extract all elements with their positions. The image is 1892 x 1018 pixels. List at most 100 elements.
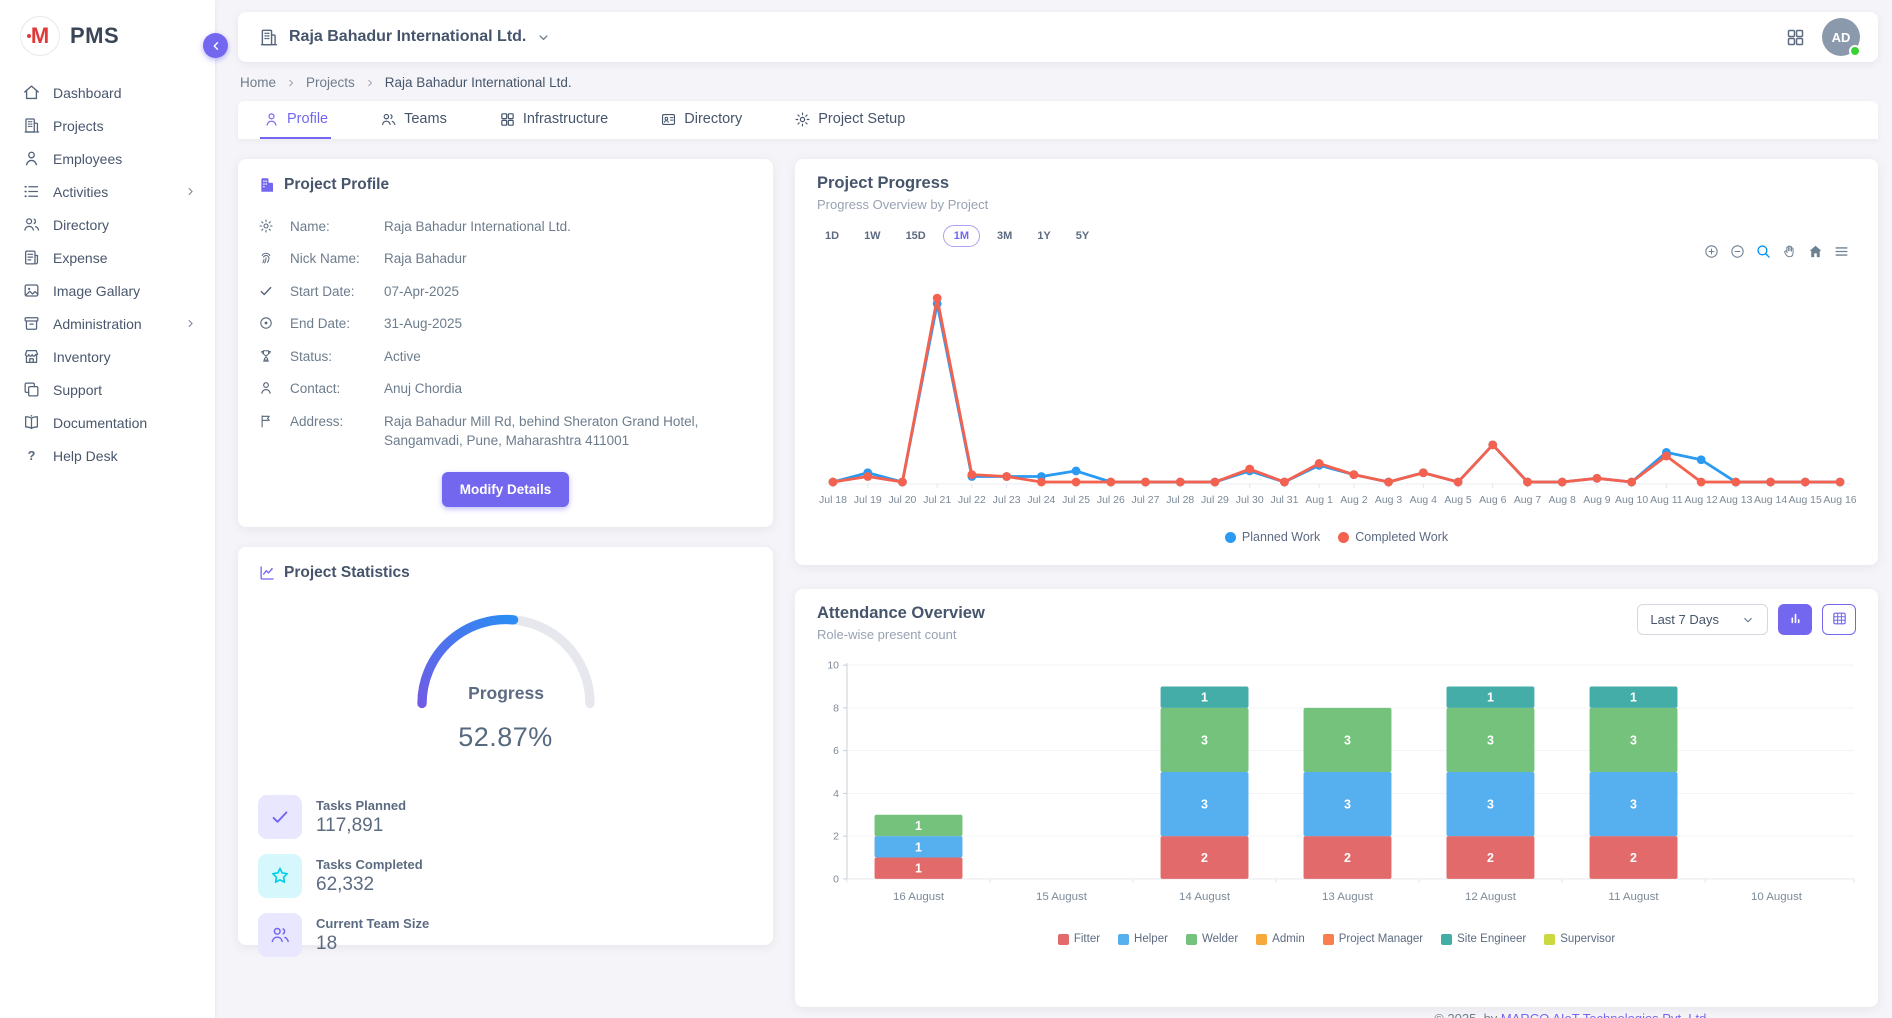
sidebar: M PMS Dashboard Projects Employees Activ… bbox=[0, 0, 215, 1018]
tab-label: Directory bbox=[684, 111, 742, 127]
svg-text:16 August: 16 August bbox=[893, 891, 945, 903]
legend-label: Planned Work bbox=[1242, 530, 1320, 544]
svg-text:2: 2 bbox=[1344, 851, 1351, 865]
svg-text:12 August: 12 August bbox=[1465, 891, 1517, 903]
company-selector[interactable]: Raja Bahadur International Ltd. bbox=[258, 27, 551, 48]
svg-text:3: 3 bbox=[1344, 733, 1351, 747]
legend-welder[interactable]: Welder bbox=[1186, 933, 1238, 945]
user-avatar[interactable]: AD bbox=[1822, 18, 1860, 56]
tab-profile[interactable]: Profile bbox=[260, 101, 331, 139]
breadcrumb-item-home[interactable]: Home bbox=[240, 75, 276, 90]
chart-line-icon bbox=[258, 564, 276, 582]
legend-completed-work[interactable]: Completed Work bbox=[1338, 530, 1448, 544]
range-1d-button[interactable]: 1D bbox=[817, 225, 847, 247]
legend-supervisor[interactable]: Supervisor bbox=[1544, 933, 1615, 945]
legend-label: Completed Work bbox=[1355, 530, 1448, 544]
range-15d-button[interactable]: 15D bbox=[898, 225, 934, 247]
sidebar-collapse-button[interactable] bbox=[203, 33, 228, 58]
field-label: Address: bbox=[290, 412, 376, 432]
sidebar-item-documentation[interactable]: Documentation bbox=[0, 406, 215, 439]
sidebar-item-label: Inventory bbox=[53, 349, 111, 365]
svg-text:Jul 27: Jul 27 bbox=[1132, 495, 1160, 506]
company-link[interactable]: MARCO AIoT Technologies Pvt. Ltd. bbox=[1501, 1011, 1710, 1018]
legend-marker bbox=[1186, 934, 1197, 945]
app-logo[interactable]: M PMS bbox=[0, 0, 215, 76]
svg-text:Jul 23: Jul 23 bbox=[993, 495, 1021, 506]
bar-chart-legend: Fitter Helper Welder Admin Project Manag… bbox=[817, 933, 1856, 945]
svg-text:Jul 26: Jul 26 bbox=[1097, 495, 1125, 506]
sidebar-item-help-desk[interactable]: ? Help Desk bbox=[0, 439, 215, 472]
breadcrumb-item-projects[interactable]: Projects bbox=[306, 75, 355, 90]
svg-text:Aug 1: Aug 1 bbox=[1305, 495, 1333, 506]
legend-admin[interactable]: Admin bbox=[1256, 933, 1305, 945]
tab-directory[interactable]: Directory bbox=[657, 101, 745, 139]
house-icon[interactable] bbox=[1807, 243, 1824, 260]
field-value: 07-Apr-2025 bbox=[384, 282, 753, 302]
menu-icon[interactable] bbox=[1833, 243, 1850, 260]
sidebar-item-image-gallary[interactable]: Image Gallary bbox=[0, 274, 215, 307]
apps-grid-button[interactable] bbox=[1785, 27, 1806, 48]
range-1w-button[interactable]: 1W bbox=[856, 225, 889, 247]
range-3m-button[interactable]: 3M bbox=[989, 225, 1020, 247]
project-statistics-card: Project Statistics Progress 52.87% Tasks… bbox=[238, 547, 773, 945]
project-progress-chart[interactable]: Jul 18Jul 19Jul 20Jul 21Jul 22Jul 23Jul … bbox=[817, 271, 1856, 528]
svg-text:1: 1 bbox=[1201, 691, 1208, 705]
sidebar-item-administration[interactable]: Administration bbox=[0, 307, 215, 340]
svg-text:Aug 5: Aug 5 bbox=[1444, 495, 1472, 506]
gear-icon bbox=[258, 217, 282, 234]
legend-fitter[interactable]: Fitter bbox=[1058, 933, 1100, 945]
svg-text:2: 2 bbox=[1630, 851, 1637, 865]
svg-text:2: 2 bbox=[1201, 851, 1208, 865]
tab-infrastructure[interactable]: Infrastructure bbox=[496, 101, 611, 139]
circle-plus-icon[interactable] bbox=[1703, 243, 1720, 260]
bar-chart-icon bbox=[1787, 610, 1804, 630]
svg-text:13 August: 13 August bbox=[1322, 891, 1374, 903]
svg-text:3: 3 bbox=[1201, 733, 1208, 747]
sidebar-item-label: Support bbox=[53, 382, 102, 398]
legend-label: Project Manager bbox=[1339, 933, 1423, 945]
range-1y-button[interactable]: 1Y bbox=[1029, 225, 1058, 247]
attendance-bar-chart[interactable]: 024681011116 August15 August233114 Augus… bbox=[817, 658, 1856, 931]
sidebar-item-dashboard[interactable]: Dashboard bbox=[0, 76, 215, 109]
hand-icon[interactable] bbox=[1781, 243, 1798, 260]
circle-minus-icon[interactable] bbox=[1729, 243, 1746, 260]
field-value: Raja Bahadur International Ltd. bbox=[384, 217, 753, 237]
profile-card-title: Project Profile bbox=[284, 176, 389, 194]
tab-teams[interactable]: Teams bbox=[377, 101, 450, 139]
sidebar-item-activities[interactable]: Activities bbox=[0, 175, 215, 208]
svg-text:Aug 14: Aug 14 bbox=[1754, 495, 1787, 506]
range-5y-button[interactable]: 5Y bbox=[1068, 225, 1097, 247]
chart-view-toggle-button[interactable] bbox=[1778, 604, 1812, 635]
sidebar-item-projects[interactable]: Projects bbox=[0, 109, 215, 142]
sidebar-item-expense[interactable]: Expense bbox=[0, 241, 215, 274]
svg-text:Jul 19: Jul 19 bbox=[854, 495, 882, 506]
company-name: Raja Bahadur International Ltd. bbox=[289, 28, 526, 46]
magnifier-icon[interactable] bbox=[1755, 243, 1772, 260]
legend-project-manager[interactable]: Project Manager bbox=[1323, 933, 1423, 945]
legend-site-engineer[interactable]: Site Engineer bbox=[1441, 933, 1526, 945]
svg-text:0: 0 bbox=[833, 874, 839, 885]
field-label: Nick Name: bbox=[290, 249, 376, 269]
svg-text:Aug 6: Aug 6 bbox=[1479, 495, 1507, 506]
date-range-select[interactable]: Last 7 Days bbox=[1637, 604, 1768, 635]
tab-label: Project Setup bbox=[818, 111, 905, 127]
profile-field-name: Name: Raja Bahadur International Ltd. bbox=[258, 210, 753, 243]
legend-label: Fitter bbox=[1074, 933, 1100, 945]
legend-helper[interactable]: Helper bbox=[1118, 933, 1168, 945]
flag-icon bbox=[258, 412, 282, 429]
svg-text:Aug 12: Aug 12 bbox=[1685, 495, 1718, 506]
svg-text:15 August: 15 August bbox=[1036, 891, 1088, 903]
table-view-toggle-button[interactable] bbox=[1822, 604, 1856, 635]
star-icon bbox=[258, 854, 302, 898]
sidebar-item-label: Help Desk bbox=[53, 448, 118, 464]
modify-details-button[interactable]: Modify Details bbox=[442, 472, 570, 507]
sidebar-item-directory[interactable]: Directory bbox=[0, 208, 215, 241]
legend-marker bbox=[1338, 532, 1349, 543]
sidebar-item-employees[interactable]: Employees bbox=[0, 142, 215, 175]
legend-planned-work[interactable]: Planned Work bbox=[1225, 530, 1320, 544]
svg-text:3: 3 bbox=[1487, 798, 1494, 812]
range-1m-button[interactable]: 1M bbox=[943, 225, 980, 247]
sidebar-item-support[interactable]: Support bbox=[0, 373, 215, 406]
tab-project-setup[interactable]: Project Setup bbox=[791, 101, 908, 139]
sidebar-item-inventory[interactable]: Inventory bbox=[0, 340, 215, 373]
